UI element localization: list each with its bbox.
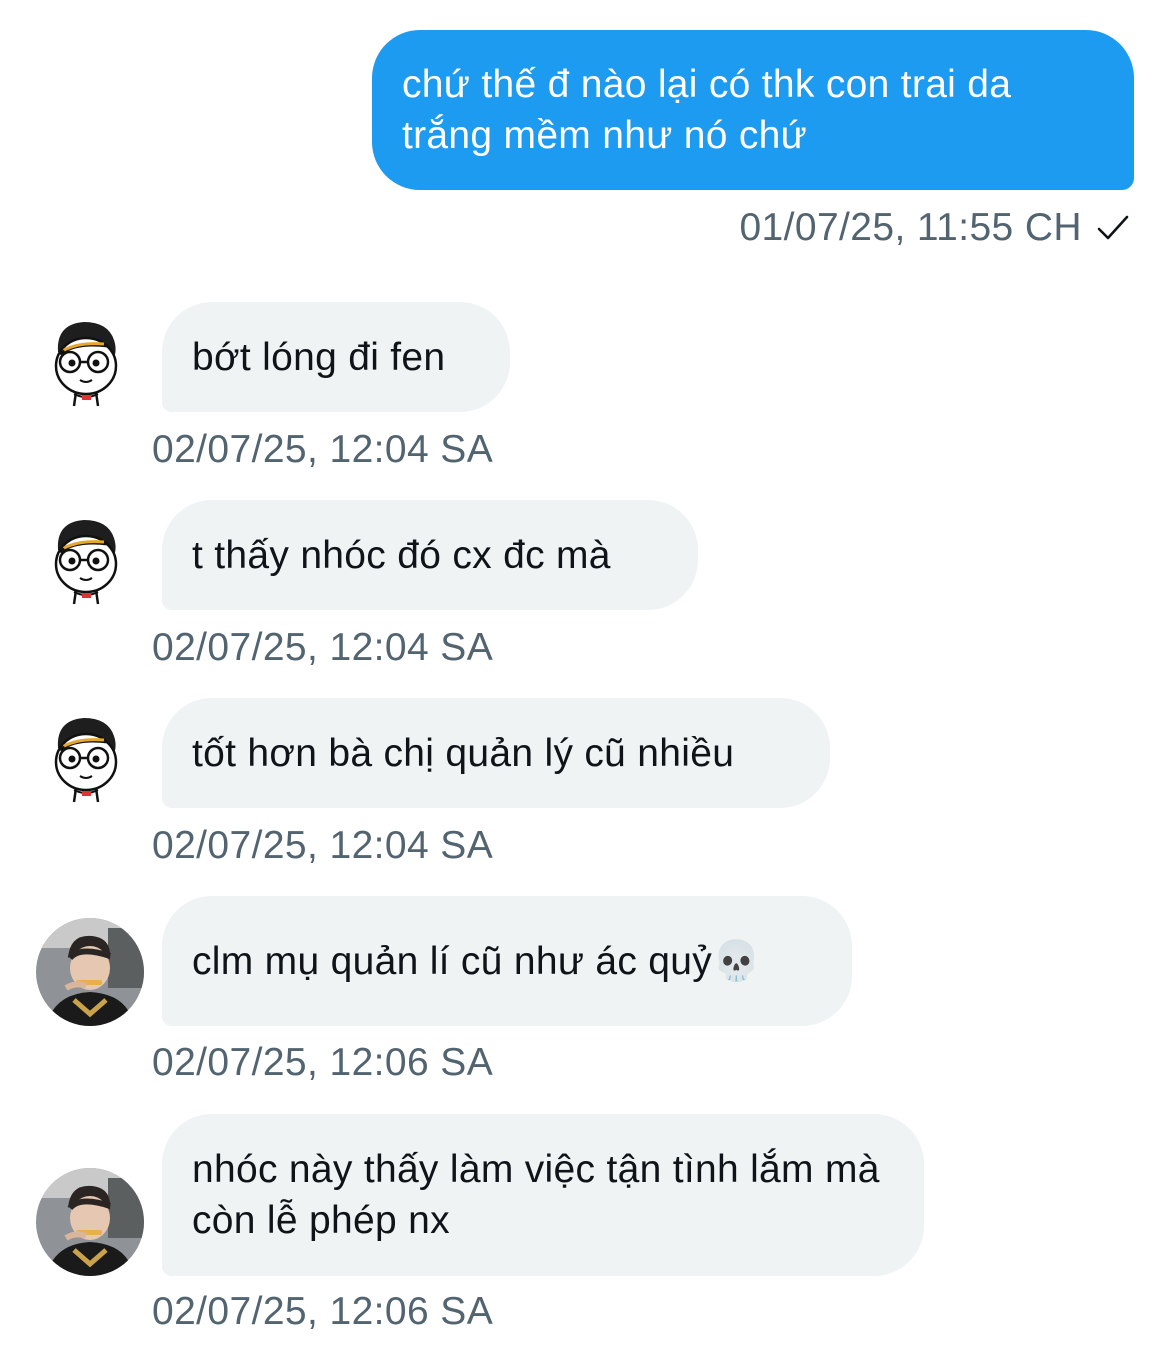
message-text: tốt hơn bà chị quản lý cũ nhiều bbox=[192, 731, 735, 775]
cartoon-avatar[interactable] bbox=[46, 312, 124, 410]
incoming-message-bubble[interactable]: bớt lóng đi fen bbox=[162, 302, 510, 412]
message-text: bớt lóng đi fen bbox=[192, 335, 446, 379]
incoming-timestamp: 02/07/25, 12:04 SA bbox=[152, 428, 494, 471]
check-icon bbox=[1097, 215, 1129, 240]
incoming-message-bubble[interactable]: clm mụ quản lí cũ như ác quỷ💀 bbox=[162, 896, 852, 1026]
incoming-message-bubble[interactable]: tốt hơn bà chị quản lý cũ nhiều bbox=[162, 698, 830, 808]
message-text: nhóc này thấy làm việc tận tình lắm mà c… bbox=[192, 1148, 880, 1242]
incoming-message-bubble[interactable]: nhóc này thấy làm việc tận tình lắm mà c… bbox=[162, 1114, 924, 1276]
timestamp-text: 01/07/25, 11:55 CH bbox=[739, 206, 1082, 249]
message-text: clm mụ quản lí cũ như ác quỷ💀 bbox=[192, 939, 761, 983]
incoming-message-bubble[interactable]: t thấy nhóc đó cx đc mà bbox=[162, 500, 698, 610]
cartoon-avatar[interactable] bbox=[46, 708, 124, 806]
outgoing-timestamp: 01/07/25, 11:55 CH bbox=[739, 205, 1130, 251]
cartoon-avatar[interactable] bbox=[46, 510, 124, 608]
photo-avatar[interactable] bbox=[36, 918, 144, 1026]
incoming-timestamp: 02/07/25, 12:06 SA bbox=[152, 1290, 494, 1333]
outgoing-message-bubble[interactable]: chứ thế đ nào lại có thk con trai da trắ… bbox=[372, 30, 1134, 190]
incoming-timestamp: 02/07/25, 12:04 SA bbox=[152, 824, 494, 867]
incoming-timestamp: 02/07/25, 12:06 SA bbox=[152, 1041, 494, 1084]
photo-avatar[interactable] bbox=[36, 1168, 144, 1276]
message-text: t thấy nhóc đó cx đc mà bbox=[192, 533, 611, 577]
incoming-timestamp: 02/07/25, 12:04 SA bbox=[152, 626, 494, 669]
message-text: chứ thế đ nào lại có thk con trai da trắ… bbox=[402, 63, 1012, 157]
